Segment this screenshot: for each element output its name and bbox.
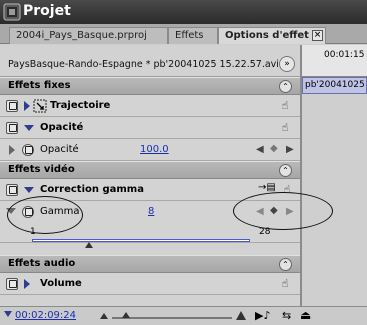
collapse-icon[interactable]: ⌃ [279,258,292,271]
audio-effects-header[interactable]: Effets audio ⌃ [0,255,300,273]
expand-arrow-icon[interactable] [24,101,30,111]
expand-arrow-icon[interactable] [9,145,15,155]
title-bar: Projet [0,0,367,24]
annotation-ellipse-keyframes [233,192,333,230]
video-effects-header[interactable]: Effets vidéo ⌃ [0,161,300,179]
stopwatch-icon[interactable] [22,144,34,156]
video-effects-label: Effets vidéo [8,164,75,175]
zoom-out-icon[interactable] [100,313,108,319]
param-row-opacite: Opacité 100.0 ◀ ◆ ▶ [0,139,300,161]
annotation-ellipse-gamma [7,196,83,234]
tab-effects-label: Effets [175,30,204,41]
next-keyframe-icon[interactable]: ▶ [286,144,294,155]
bottom-bar: 00:02:09:24 ▶♪ ⇆ ⏏ [0,306,367,325]
collapse-arrow-icon[interactable] [24,125,34,131]
fixed-effects-header[interactable]: Effets fixes ⌃ [0,77,300,95]
loop-audio-icon[interactable]: ⇆ [282,309,291,322]
tab-project[interactable]: 2004i_Pays_Basque.prproj [9,27,168,44]
reset-hand-icon[interactable]: ☝ [278,99,292,113]
fx-toggle-icon[interactable] [6,100,18,112]
collapse-icon[interactable]: ⌃ [279,164,292,177]
window-title: Projet [23,3,71,19]
gamma-slider-track[interactable] [32,239,250,248]
timeline-clip[interactable]: pb'20041025 [302,77,367,94]
current-timecode[interactable]: 00:02:09:24 [15,310,76,321]
collapse-arrow-icon[interactable] [24,187,34,193]
effect-row-opacite[interactable]: Opacité ☝ [0,117,300,139]
tab-effects[interactable]: Effets [168,27,218,44]
gamma-slider-thumb[interactable] [85,242,94,248]
playhead-indicator-icon [4,311,12,317]
gamma-value[interactable]: 8 [148,206,154,217]
premiere-app-icon [3,3,21,21]
effect-name-gamma: Correction gamma [40,184,144,195]
export-icon[interactable]: ⏏ [300,308,311,322]
fx-toggle-icon[interactable] [6,122,18,134]
audio-effects-label: Effets audio [8,258,76,269]
effect-name-opacite: Opacité [40,122,84,133]
zoom-slider-thumb[interactable] [122,312,130,318]
tab-bar: 2004i_Pays_Basque.prproj Effets Options … [0,24,367,44]
ruler-time: 00:01:15 [324,50,365,60]
fx-toggle-icon[interactable] [6,184,18,196]
close-tab-icon[interactable]: × [312,30,323,41]
fx-toggle-icon[interactable] [6,278,18,290]
effect-name-volume: Volume [40,278,82,289]
clip-name: PaysBasque-Rando-Espagne * pb'20041025 1… [8,59,279,70]
fixed-effects-label: Effets fixes [8,80,71,91]
reset-hand-icon[interactable]: ☝ [278,121,292,135]
tab-effect-options-label: Options d'effet [225,30,309,41]
opacite-value[interactable]: 100.0 [140,144,169,155]
collapse-icon[interactable]: ⌃ [279,80,292,93]
clip-name-row: PaysBasque-Rando-Espagne * pb'20041025 1… [0,45,300,77]
reset-hand-icon[interactable]: ☝ [278,277,292,291]
effect-row-trajectoire[interactable]: Trajectoire ☝ [0,95,300,117]
zoom-slider-track[interactable] [112,312,232,319]
tab-effect-options[interactable]: Options d'effet × [218,27,326,44]
effect-name-trajectoire: Trajectoire [50,100,111,111]
param-label-opacite: Opacité [40,144,79,155]
effect-row-volume[interactable]: Volume ☝ [0,273,300,295]
show-timeline-button[interactable]: » [279,56,295,72]
effect-controls-panel: PaysBasque-Rando-Espagne * pb'20041025 1… [0,45,300,325]
zoom-in-icon[interactable] [236,311,246,320]
effect-options-window: Projet 2004i_Pays_Basque.prproj Effets O… [0,0,367,325]
motion-icon [33,99,47,113]
prev-keyframe-icon[interactable]: ◀ [256,144,264,155]
add-keyframe-icon[interactable]: ◆ [270,143,278,154]
tab-project-label: 2004i_Pays_Basque.prproj [16,30,147,41]
timeline-ruler[interactable]: 00:01:15 [302,45,367,77]
mini-timeline-panel: 00:01:15 pb'20041025 [302,45,367,325]
play-audio-icon[interactable]: ▶♪ [255,309,270,322]
expand-arrow-icon[interactable] [24,279,30,289]
